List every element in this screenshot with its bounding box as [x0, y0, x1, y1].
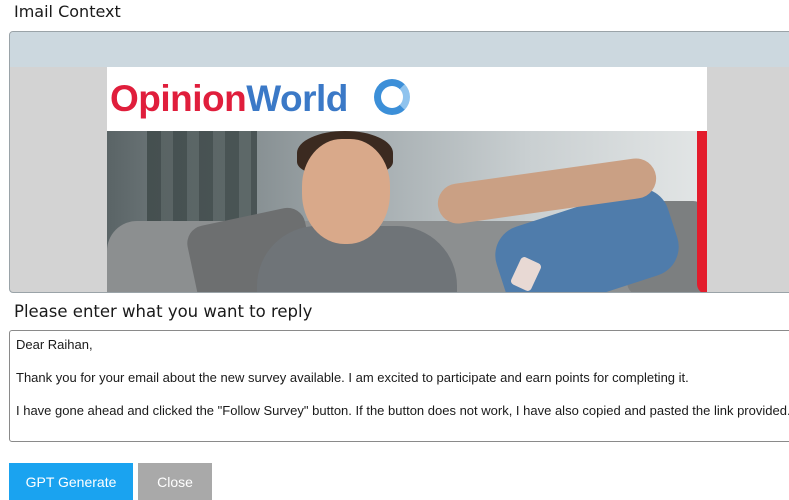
reply-textarea[interactable]: Dear Raihan, Thank you for your email ab…: [9, 330, 789, 442]
brand-logo-ring-icon: [374, 79, 410, 115]
email-preview-header-bar: [10, 32, 789, 67]
reply-prompt-title: Please enter what you want to reply: [14, 302, 313, 321]
hero-image: [107, 131, 707, 292]
brand-logo-text: OpinionWorld: [110, 77, 348, 121]
email-context-title: Imail Context: [14, 2, 121, 21]
brand-logo-part2: World: [246, 78, 348, 119]
brand-logo: OpinionWorld: [107, 67, 707, 131]
close-button[interactable]: Close: [138, 463, 212, 500]
brand-logo-part1: Opinion: [110, 78, 247, 119]
email-body: OpinionWorld: [107, 67, 707, 292]
gpt-generate-button[interactable]: GPT Generate: [9, 463, 133, 500]
email-preview[interactable]: OpinionWorld: [9, 31, 789, 293]
